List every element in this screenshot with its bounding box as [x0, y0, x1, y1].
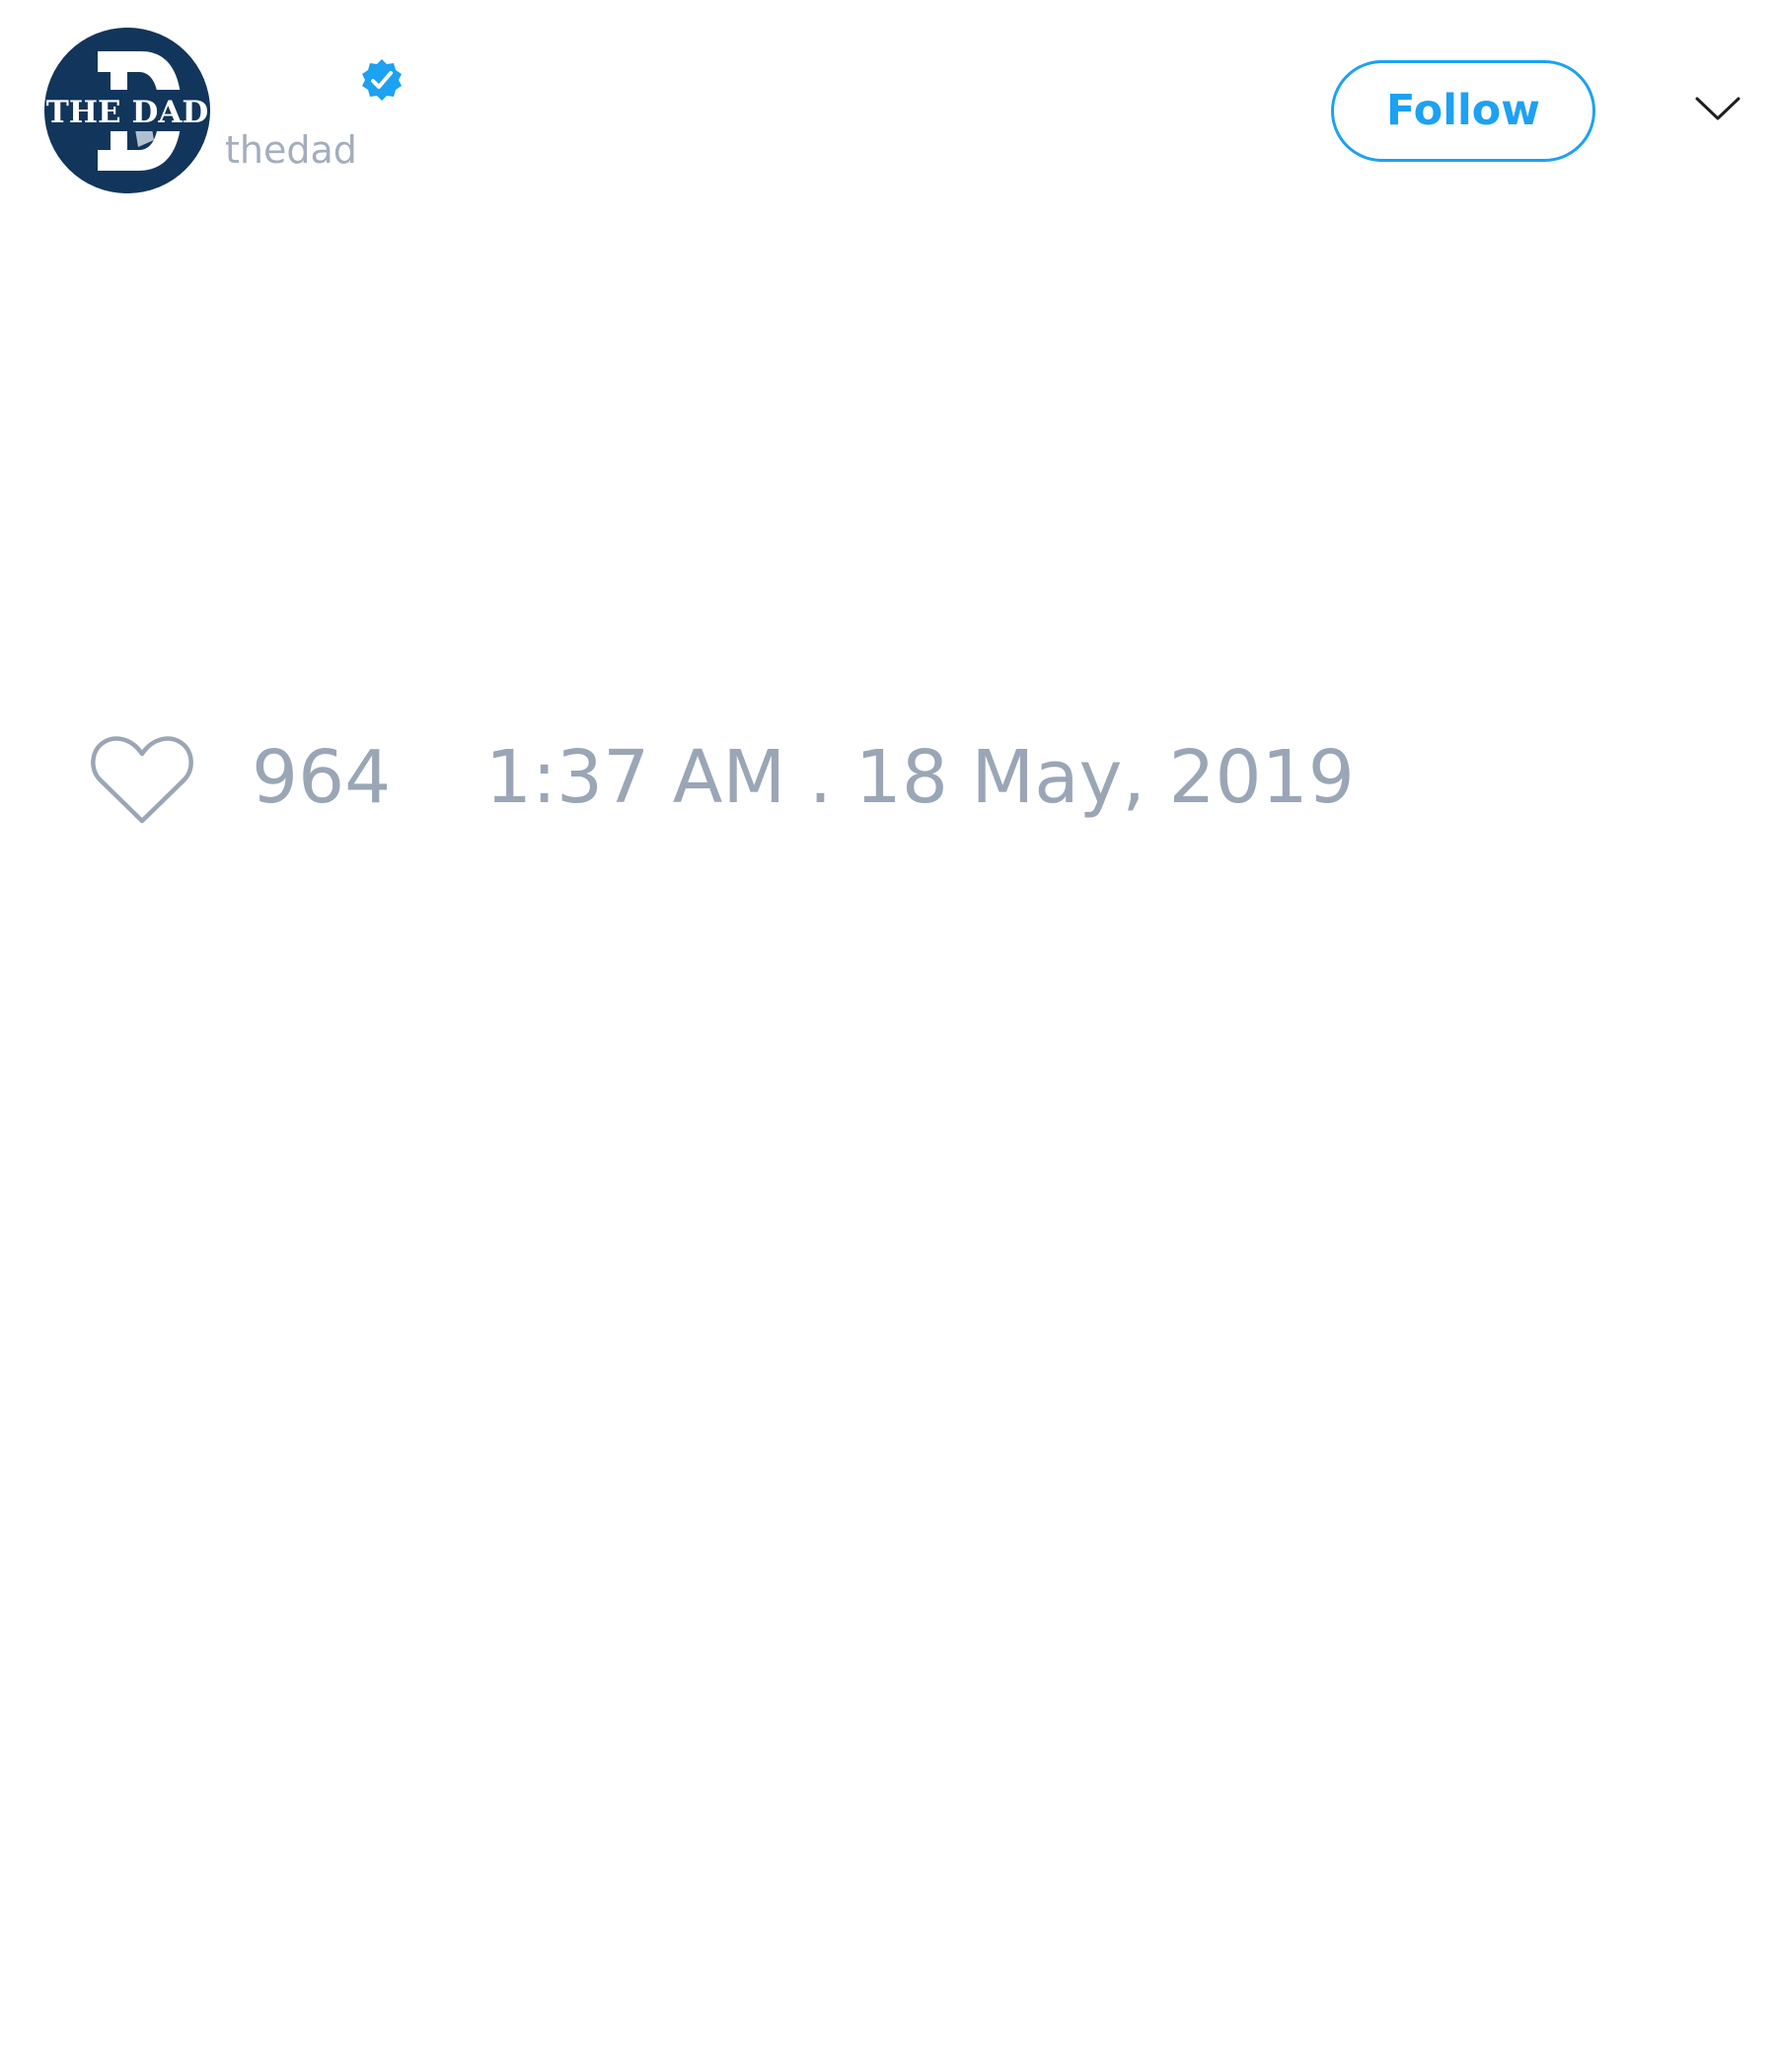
author-handle[interactable]: thedad [225, 126, 357, 174]
chevron-down-icon[interactable] [1693, 91, 1742, 124]
heart-icon[interactable] [89, 732, 195, 827]
like-count: 964 [252, 735, 392, 820]
tweet-timestamp[interactable]: 1:37 AM . 18 May, 2019 [485, 733, 1355, 822]
avatar[interactable]: THE DAD [44, 28, 210, 193]
the-dad-logo: THE DAD [44, 28, 210, 193]
follow-button[interactable]: Follow [1331, 60, 1595, 162]
svg-text:THE DAD: THE DAD [46, 95, 209, 130]
verified-badge-icon [359, 57, 405, 103]
tweet-card: THE DAD thedad Follow 964 1:37 AM . 18 M… [0, 0, 1776, 2072]
